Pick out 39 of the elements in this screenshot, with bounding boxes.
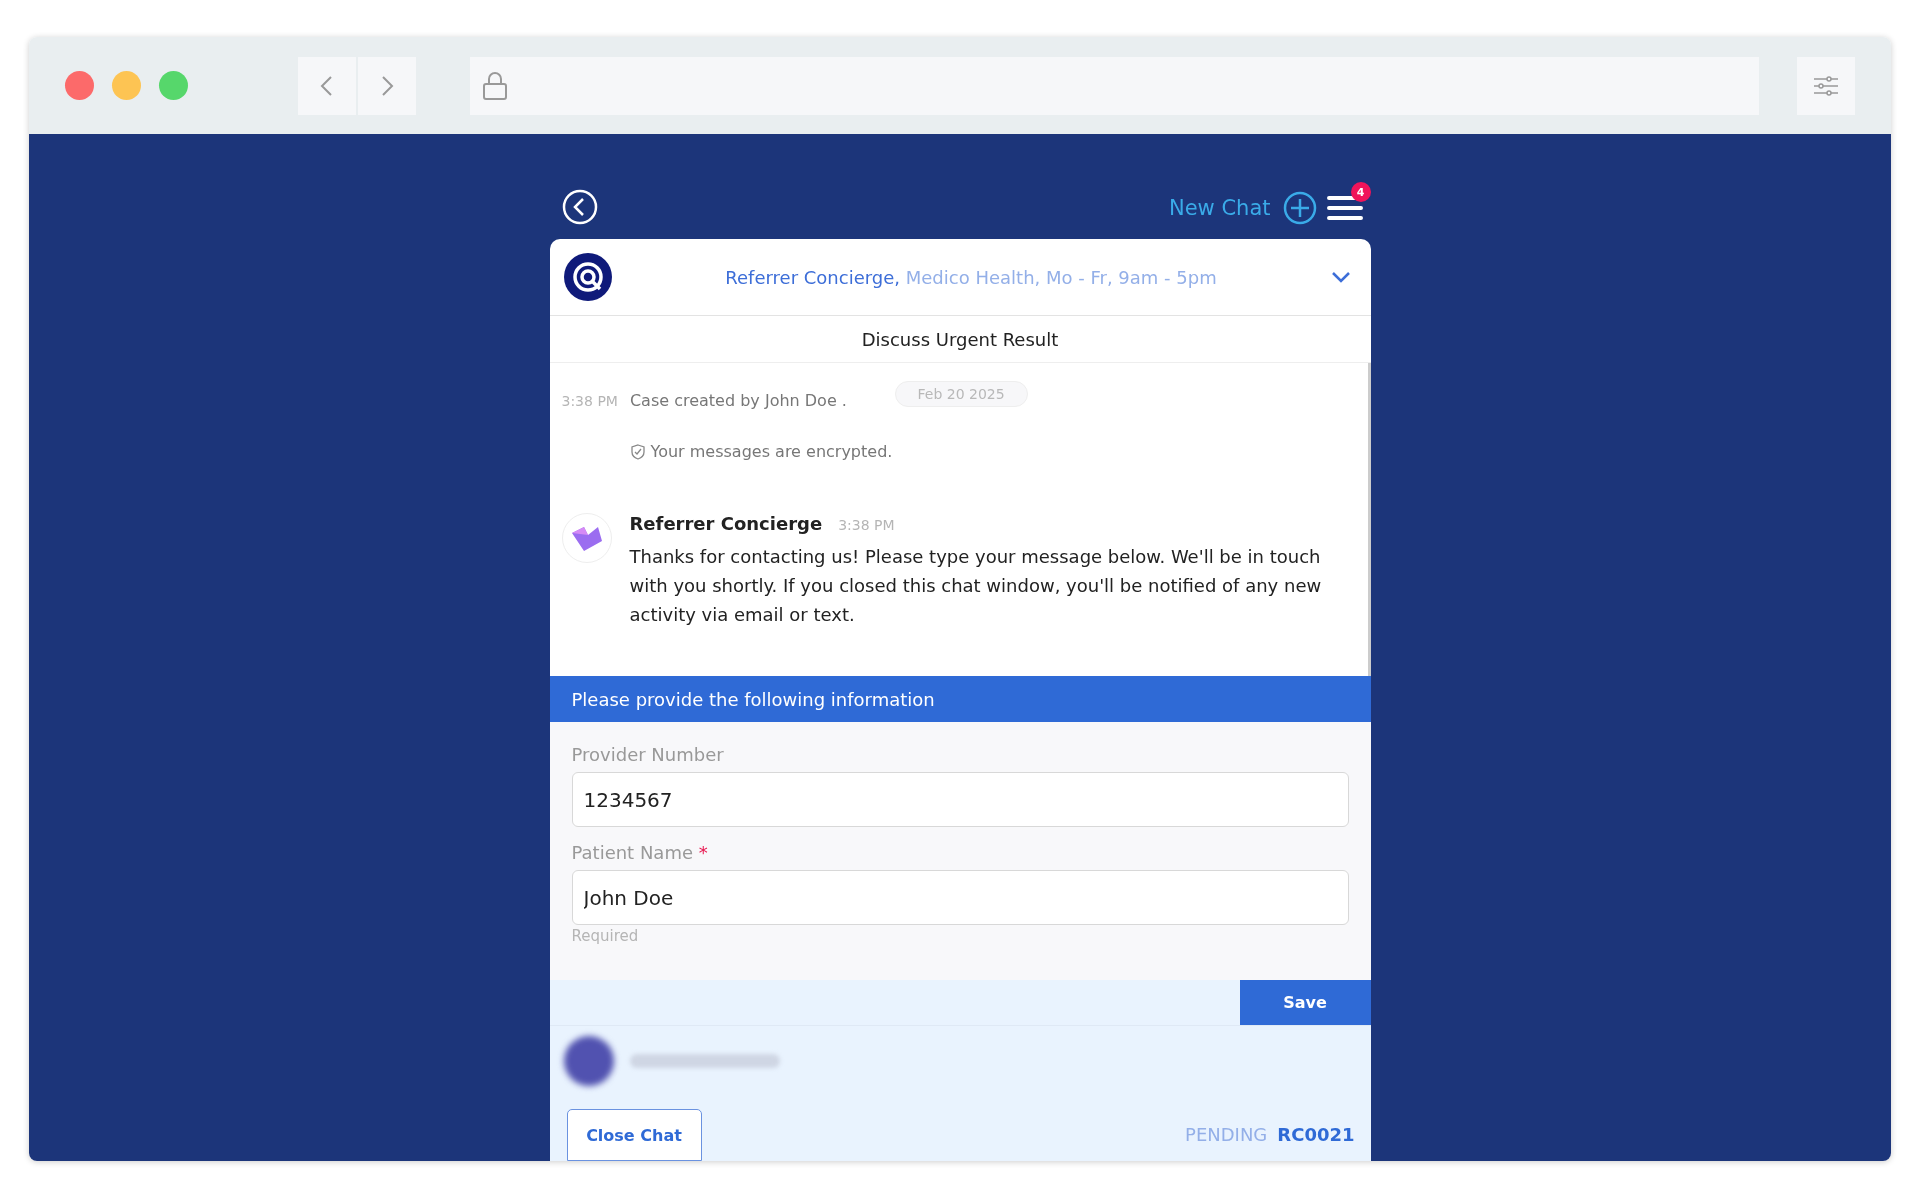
shield-check-icon [630,443,645,460]
blurred-input-bar[interactable] [629,1054,780,1068]
maximize-window-icon[interactable] [159,71,188,100]
chat-subject: Discuss Urgent Result [549,316,1371,363]
forward-nav-button[interactable] [358,56,416,115]
chevron-left-icon [319,74,335,97]
sender-name: Referrer Concierge [629,513,823,534]
chevron-down-icon[interactable] [1330,271,1351,283]
back-button[interactable] [561,189,598,225]
new-chat-button[interactable]: New Chat [1168,191,1317,225]
case-status: PENDING [1185,1124,1268,1145]
back-nav-button[interactable] [298,56,356,115]
message-time: 3:38 PM [838,517,895,533]
plus-circle-icon [1282,191,1317,225]
field-label: Patient Name * [571,842,709,863]
date-pill: Feb 20 2025 [894,381,1028,407]
minimize-window-icon[interactable] [112,71,141,100]
case-id: RC0021 [1277,1124,1355,1145]
close-window-icon[interactable] [65,71,94,100]
menu-button[interactable] [1326,194,1363,222]
team-info: Referrer Concierge, Medico Health, Mo - Fr, 9am - 5pm [724,266,1218,288]
field-hint: Required [571,927,640,945]
encryption-notice: Your messages are encrypted. [650,442,893,461]
notification-badge: 4 [1350,182,1371,202]
lock-icon [482,70,508,101]
close-chat-button[interactable]: Close Chat [566,1109,702,1161]
event-time: 3:38 PM [561,392,618,409]
event-text: Case created by John Doe . [629,391,847,410]
form-banner: Please provide the following information [549,676,1371,722]
chevron-right-icon [379,74,395,97]
input-field[interactable]: 1234567 [571,772,1349,827]
sliders-icon [1813,74,1839,97]
settings-button[interactable] [1797,56,1855,115]
address-bar[interactable] [470,56,1759,115]
save-button[interactable]: Save [1239,980,1371,1025]
user-avatar [563,1036,614,1086]
field-label: Provider Number [571,744,725,765]
at-sign-logo-icon [563,253,612,301]
message-text: Thanks for contacting us! Please type your message below. We'll be in touch with you shortly. If you closed this chat window, you'll be notified of any new activity via email or text. [629,545,1323,627]
